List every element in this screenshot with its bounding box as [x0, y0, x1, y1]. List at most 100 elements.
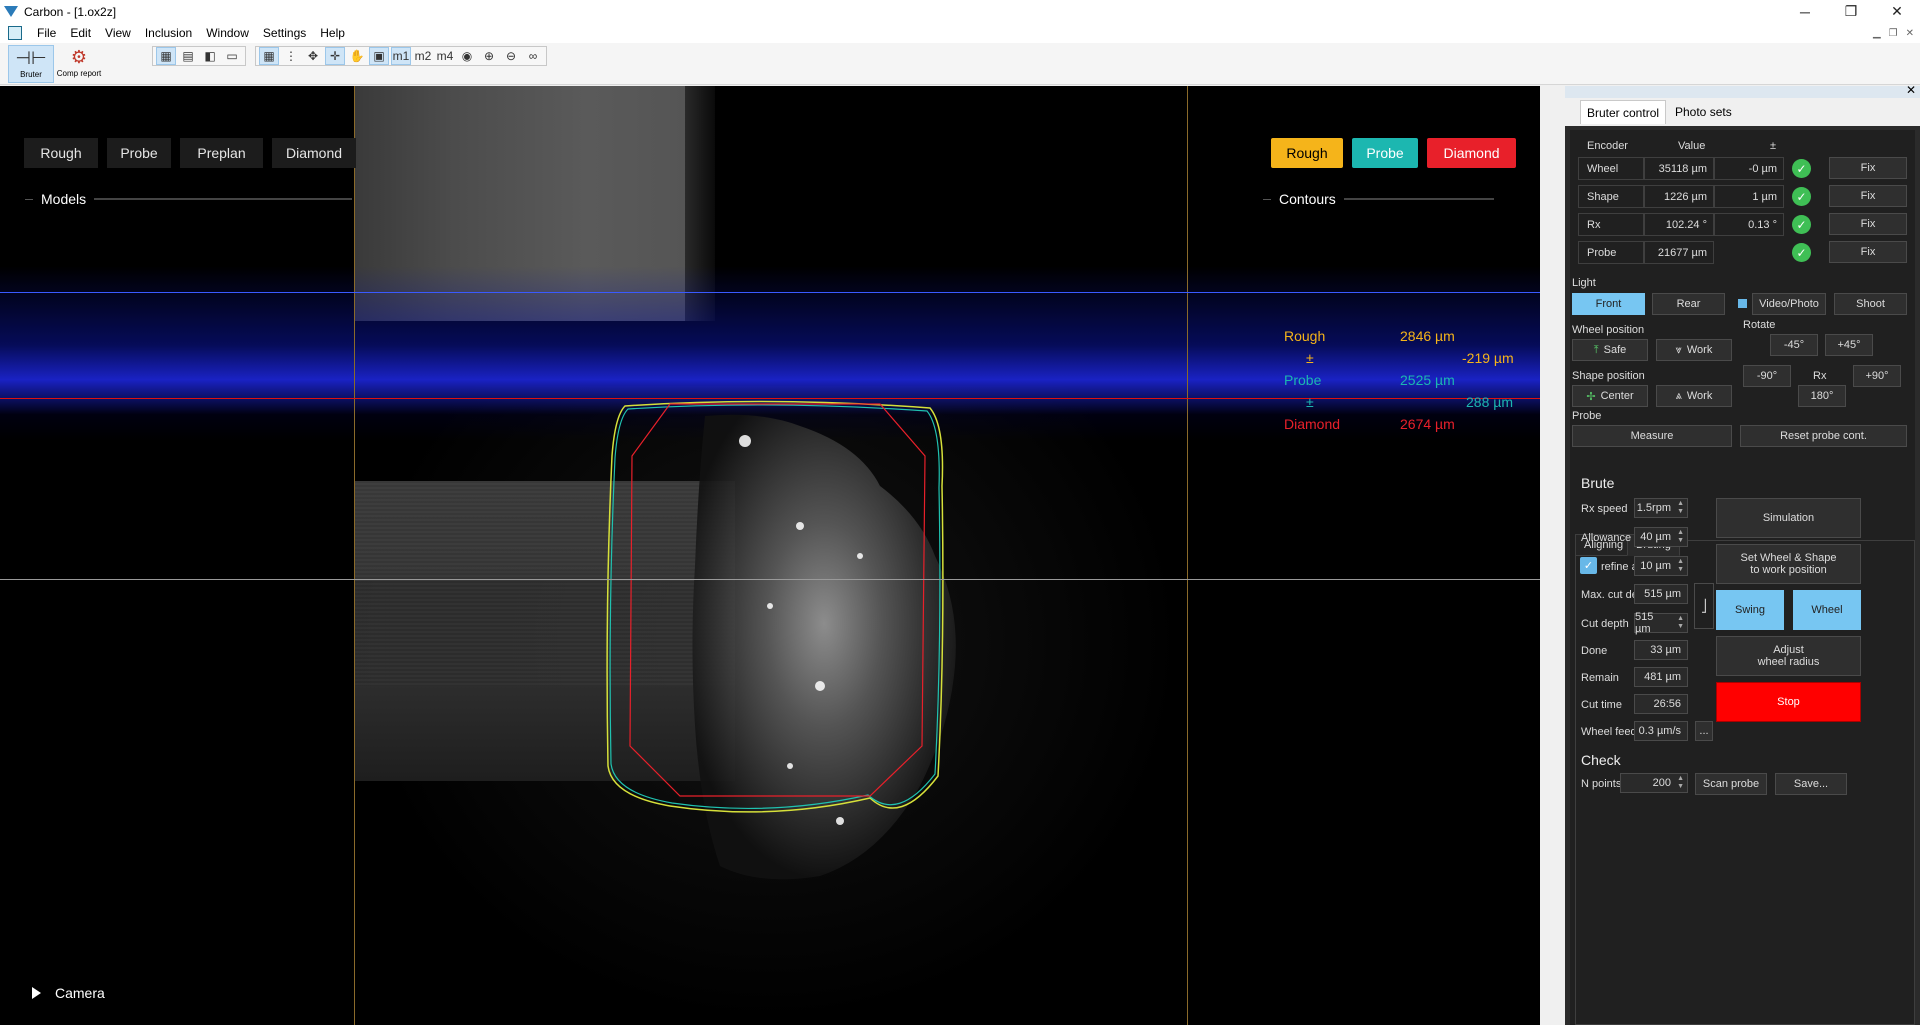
menu-file[interactable]: File	[30, 26, 63, 40]
zoom-out-icon[interactable]: ⊖	[501, 47, 521, 65]
m1-button[interactable]: m1	[391, 47, 411, 65]
refine-spinbox[interactable]: 10 µm ▲ ▼	[1634, 556, 1688, 576]
tab-photo-sets[interactable]: Photo sets	[1669, 100, 1738, 124]
hand-icon[interactable]: ✋	[347, 47, 367, 65]
shape-work-button[interactable]: ⩓ Work	[1656, 385, 1732, 407]
model-preplan-button[interactable]: Preplan	[180, 138, 263, 168]
menu-window[interactable]: Window	[199, 26, 256, 40]
fix-shape-button[interactable]: Fix	[1829, 185, 1907, 207]
set-wheel-shape-button[interactable]: Set Wheel & Shape to work position	[1716, 544, 1861, 584]
toolbar: ⊣⊢ Bruter ⚙ Comp report ▦ ▤ ◧ ▭ ▦ ⋮ ✥ ✛ …	[0, 43, 1920, 85]
more-vertical-icon[interactable]: ⋮	[281, 47, 301, 65]
wheel-button[interactable]: Wheel	[1793, 590, 1861, 630]
layout-single-icon[interactable]: ▭	[222, 47, 242, 65]
spin-arrows-icon[interactable]: ▲ ▼	[1677, 558, 1684, 574]
spin-arrows-icon[interactable]: ▲ ▼	[1677, 615, 1684, 631]
measure-button[interactable]: Measure	[1572, 425, 1732, 447]
check-ok-icon: ✓	[1792, 243, 1811, 262]
menu-settings[interactable]: Settings	[256, 26, 313, 40]
max-cut-field[interactable]: 515 µm	[1634, 584, 1688, 604]
menu-help[interactable]: Help	[313, 26, 352, 40]
rotate-plus-45-button[interactable]: +45°	[1825, 334, 1873, 356]
link-bracket-icon[interactable]: ⎦	[1694, 583, 1714, 629]
comp-report-button[interactable]: ⚙ Comp report	[56, 45, 102, 83]
reset-probe-button[interactable]: Reset probe cont.	[1740, 425, 1907, 447]
spin-arrows-icon[interactable]: ▲ ▼	[1677, 500, 1684, 516]
spin-arrows-icon[interactable]: ▲ ▼	[1677, 529, 1684, 545]
adjust-wheel-radius-button[interactable]: Adjust wheel radius	[1716, 636, 1861, 676]
rotate-minus-45-button[interactable]: -45°	[1770, 334, 1818, 356]
video-photo-button[interactable]: Video/Photo	[1752, 293, 1826, 315]
mdi-controls: ▁ ❐ ✕	[1873, 23, 1914, 43]
model-rough-button[interactable]: Rough	[24, 138, 98, 168]
model-diamond-button[interactable]: Diamond	[272, 138, 356, 168]
simulation-button[interactable]: Simulation	[1716, 498, 1861, 538]
move-icon[interactable]: ✥	[303, 47, 323, 65]
shoot-button[interactable]: Shoot	[1834, 293, 1907, 315]
wheel-work-button[interactable]: ⩔ Work	[1656, 339, 1732, 361]
fix-wheel-button[interactable]: Fix	[1829, 157, 1907, 179]
contour-diamond-button[interactable]: Diamond	[1427, 138, 1516, 168]
grid-icon[interactable]: ▦	[259, 47, 279, 65]
shape-center-button[interactable]: ✢ Center	[1572, 385, 1648, 407]
close-button[interactable]: ✕	[1874, 0, 1920, 23]
spin-arrows-icon[interactable]: ▲ ▼	[1677, 775, 1684, 791]
rotate-180-button[interactable]: 180°	[1798, 385, 1846, 407]
fix-probe-button[interactable]: Fix	[1829, 241, 1907, 263]
document-icon[interactable]	[8, 26, 22, 40]
minimize-button[interactable]: ─	[1782, 0, 1828, 23]
projector-icon[interactable]: ▣	[369, 47, 389, 65]
wheel-feed-field[interactable]: 0.3 µm/s	[1634, 721, 1688, 741]
panel-close-icon[interactable]: ✕	[1906, 83, 1916, 97]
panel-splitter[interactable]	[1540, 86, 1565, 1025]
encoder-header: Encoder	[1587, 140, 1628, 152]
remain-field: 481 µm	[1634, 667, 1688, 687]
mdi-minimize-icon[interactable]: ▁	[1873, 28, 1881, 39]
fix-rx-button[interactable]: Fix	[1829, 213, 1907, 235]
crosshair-icon[interactable]: ✛	[325, 47, 345, 65]
contour-rough-button[interactable]: Rough	[1271, 138, 1343, 168]
cut-depth-label: Cut depth	[1581, 618, 1629, 630]
rx-speed-spinbox[interactable]: 1.5rpm ▲ ▼	[1634, 498, 1688, 518]
stop-button[interactable]: Stop	[1716, 682, 1861, 722]
refine-checkbox[interactable]: ✓	[1580, 557, 1597, 574]
swing-button[interactable]: Swing	[1716, 590, 1784, 630]
m2-button[interactable]: m2	[413, 47, 433, 65]
scan-probe-button[interactable]: Scan probe	[1695, 773, 1767, 795]
panel-content: Encoder Value ± Wheel 35118 µm -0 µm ✓ F…	[1570, 130, 1915, 1025]
allowance-spinbox[interactable]: 40 µm ▲ ▼	[1634, 527, 1688, 547]
layout-split-icon[interactable]: ▤	[178, 47, 198, 65]
mdi-close-icon[interactable]: ✕	[1906, 28, 1914, 39]
encoder-probe-name: Probe	[1578, 241, 1644, 264]
model-probe-button[interactable]: Probe	[107, 138, 171, 168]
binoculars-icon[interactable]: ∞	[523, 47, 543, 65]
menu-inclusion[interactable]: Inclusion	[138, 26, 199, 40]
camera-toggle[interactable]: Camera	[32, 985, 105, 1001]
wheel-safe-button[interactable]: ⤒ Safe	[1572, 339, 1648, 361]
meas-delta-2: 288 µm	[1466, 394, 1513, 410]
restore-button[interactable]: ❐	[1828, 0, 1874, 23]
mdi-restore-icon[interactable]: ❐	[1889, 28, 1898, 39]
camera-viewport[interactable]: Models Rough Probe Preplan Diamond Conto…	[0, 86, 1540, 1025]
save-button[interactable]: Save...	[1775, 773, 1847, 795]
zoom-in-icon[interactable]: ⊕	[479, 47, 499, 65]
layout-quad-icon[interactable]: ▦	[156, 47, 176, 65]
light-rear-button[interactable]: Rear	[1652, 293, 1725, 315]
check-ok-icon: ✓	[1792, 215, 1811, 234]
cut-depth-spinbox[interactable]: 515 µm ▲ ▼	[1634, 611, 1688, 635]
contour-probe-button[interactable]: Probe	[1352, 138, 1418, 168]
menu-view[interactable]: View	[98, 26, 138, 40]
light-front-button[interactable]: Front	[1572, 293, 1645, 315]
wheel-feed-more-button[interactable]: ...	[1695, 721, 1713, 741]
tab-bruter-control[interactable]: Bruter control	[1580, 100, 1667, 124]
layout-left-icon[interactable]: ◧	[200, 47, 220, 65]
m4-button[interactable]: m4	[435, 47, 455, 65]
laser-line	[0, 292, 1540, 293]
bruter-tool-button[interactable]: ⊣⊢ Bruter	[8, 45, 54, 83]
rotate-plus-90-button[interactable]: +90°	[1853, 365, 1901, 387]
npoints-spinbox[interactable]: 200 ▲ ▼	[1620, 773, 1688, 793]
chevrons-up-icon: ⩓	[1675, 389, 1682, 402]
rotate-minus-90-button[interactable]: -90°	[1743, 365, 1791, 387]
eye-icon[interactable]: ◉	[457, 47, 477, 65]
menu-edit[interactable]: Edit	[63, 26, 98, 40]
